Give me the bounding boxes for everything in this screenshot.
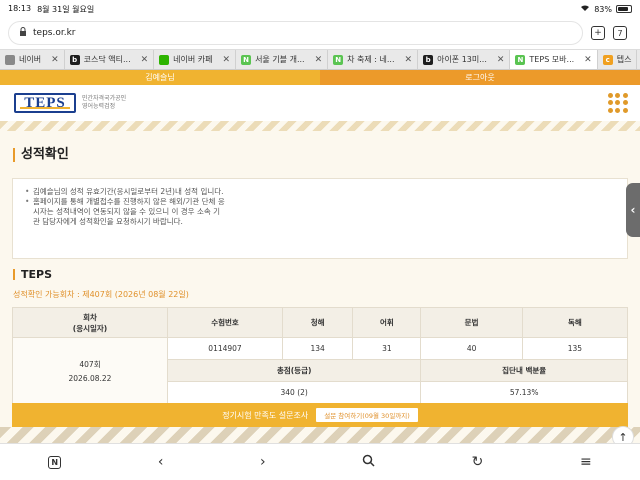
close-tab-icon[interactable]: ✕	[51, 55, 59, 65]
battery-icon	[616, 5, 632, 13]
forward-icon[interactable]: ›	[260, 454, 266, 470]
battery-percent: 83%	[594, 4, 612, 14]
tab-label: 네이버 카페	[173, 55, 213, 64]
lock-icon	[19, 27, 27, 39]
browser-tab[interactable]: N차 축제 : 네... ✕	[328, 50, 419, 69]
notice-item: 홈페이지를 통해 개별접수를 진행하지 않은 해외/기관 단체 응시자는 성적내…	[25, 197, 225, 227]
wifi-icon	[580, 4, 590, 14]
close-tab-icon[interactable]: ✕	[315, 55, 323, 65]
close-tab-icon[interactable]: ✕	[223, 55, 231, 65]
browser-tab[interactable]: b 아이폰 13미... ✕	[418, 50, 511, 69]
score-table: 회차 (응시일자) 수험번호 청해 어휘 문법 독해 407회 2026.08.…	[12, 307, 629, 404]
logo-text: TEPS	[24, 94, 66, 111]
survey-banner: 정기시험 만족도 설문조사 설문 참여하기(09월 30일까지)	[12, 403, 628, 427]
n-icon: N	[333, 54, 344, 65]
refresh-icon[interactable]: ↻	[472, 454, 484, 470]
close-tab-icon[interactable]: ✕	[141, 55, 149, 65]
tab-label: 서울 기블 개...	[255, 55, 305, 64]
close-tab-icon[interactable]: ✕	[584, 55, 592, 65]
tab-label: 네이버	[19, 55, 42, 64]
tab-label: 텝스	[616, 55, 632, 64]
survey-text: 정기시험 만족도 설문조사	[222, 410, 309, 420]
tab-label: 차 축제 : 네...	[347, 55, 395, 64]
round-number: 407회	[79, 359, 101, 369]
round-cell: 407회 2026.08.22	[12, 337, 168, 404]
exam-no-value: 0114907	[167, 337, 283, 360]
leaf-icon	[159, 54, 170, 65]
browser-tab[interactable]: b 코스닥 액티... ✕	[65, 50, 155, 69]
available-period: 성적확인 가능회차 : 제407회 (2026년 08월 22일)	[13, 290, 189, 299]
b-icon: b	[69, 54, 80, 65]
decorative-pattern-bottom	[0, 427, 640, 443]
close-tab-icon[interactable]: ✕	[497, 55, 505, 65]
header-vocab: 어휘	[352, 307, 422, 338]
reading-value: 135	[521, 337, 629, 360]
total-value: 340 (2)	[166, 381, 422, 404]
menu-grid-icon[interactable]	[608, 93, 628, 113]
logo-sub-line1: 민간자격국가공인	[82, 95, 127, 102]
round-date: 2026.08.22	[68, 373, 112, 383]
header-grammar: 문법	[420, 307, 523, 338]
decorative-pattern	[0, 121, 640, 131]
header-exam-no: 수험번호	[167, 307, 283, 338]
header-round: 회차 (응시일자)	[12, 307, 168, 338]
login-strip: 김예슬님 로그아웃	[0, 70, 640, 85]
tab-count-button[interactable]: 7	[613, 26, 627, 40]
n-icon: N	[515, 54, 526, 65]
back-icon[interactable]: ‹	[158, 454, 164, 470]
browser-tab[interactable]: 네이버 ✕	[0, 50, 65, 69]
logout-button[interactable]: 로그아웃	[320, 70, 640, 85]
browser-tab[interactable]: N TEPS 모바... ✕	[510, 50, 598, 69]
status-time: 18:13	[8, 3, 32, 13]
battery-fill	[618, 7, 628, 11]
percentile-value: 57.13%	[420, 381, 628, 404]
c-icon: c	[602, 54, 613, 65]
tab-strip: 네이버 ✕ b 코스닥 액티... ✕ 네이버 카페 ✕ N 서울 기블 개... ✕ N 차 축제 …	[0, 49, 640, 70]
logo-sub-line2: 영어능력검정	[82, 103, 116, 110]
close-tab-icon[interactable]: ✕	[405, 55, 413, 65]
address-bar-row: teps.or.kr + 7	[0, 18, 640, 48]
home-icon	[5, 54, 15, 65]
naver-home-icon[interactable]: N	[48, 455, 62, 469]
grammar-value: 40	[420, 337, 523, 360]
browser-tab[interactable]: N 서울 기블 개... ✕	[236, 50, 329, 69]
notice-item: 김예슬님의 성적 유효기간(응시일로부터 2년)내 성적 입니다.	[25, 187, 225, 197]
browser-tab[interactable]: c 텝스	[598, 50, 638, 69]
user-name[interactable]: 김예슬님	[0, 70, 320, 85]
search-icon[interactable]	[362, 454, 375, 471]
page-title: 성적확인	[13, 148, 69, 162]
tab-label: 아이폰 13미...	[437, 55, 487, 64]
header-total: 총점(등급)	[166, 359, 422, 382]
logo-subtitle: 민간자격국가공인 영어능력검정	[82, 95, 126, 111]
status-bar: 18:13 8월 31일 월요일 83%	[0, 0, 640, 18]
new-tab-button[interactable]: +	[591, 26, 605, 40]
b-icon: b	[423, 54, 434, 65]
url-field[interactable]: teps.or.kr	[8, 21, 583, 45]
main-content: 성적확인 김예슬님의 성적 유효기간(응시일로부터 2년)내 성적 입니다. 홈…	[0, 121, 640, 427]
tab-label: 코스닥 액티...	[83, 55, 131, 64]
header-reading: 독해	[521, 307, 629, 338]
menu-icon[interactable]: ≡	[580, 454, 592, 470]
site-header: TEPS 민간자격국가공인 영어능력검정	[0, 85, 640, 121]
teps-logo[interactable]: TEPS	[14, 93, 76, 113]
header-percentile: 집단내 백분율	[420, 359, 628, 382]
browser-toolbar: N ‹ › ↻ ≡	[0, 443, 640, 480]
url-text: teps.or.kr	[33, 28, 76, 38]
notice-box: 김예슬님의 성적 유효기간(응시일로부터 2년)내 성적 입니다. 홈페이지를 …	[12, 178, 628, 259]
listening-value: 134	[281, 337, 354, 360]
section-title: TEPS	[13, 269, 52, 280]
vocab-value: 31	[352, 337, 422, 360]
survey-button[interactable]: 설문 참여하기(09월 30일까지)	[316, 408, 418, 422]
header-listening: 청해	[281, 307, 354, 338]
n-icon: N	[241, 54, 252, 65]
tab-label: TEPS 모바...	[529, 55, 575, 64]
side-panel-handle-icon[interactable]: ‹	[626, 183, 640, 237]
status-date: 8월 31일 월요일	[37, 4, 95, 14]
browser-tab[interactable]: 네이버 카페 ✕	[154, 50, 237, 69]
